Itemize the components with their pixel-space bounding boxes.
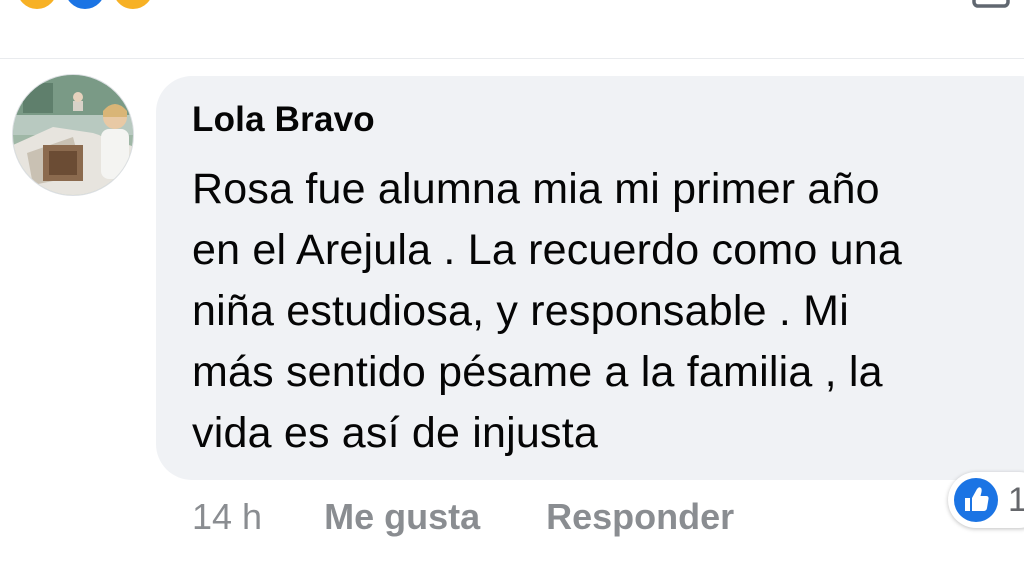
avatar[interactable] (12, 74, 134, 196)
comment-author[interactable]: Lola Bravo (192, 100, 375, 140)
comment-timestamp[interactable]: 14 h (192, 496, 262, 538)
comment-reaction-count: 1 (1008, 480, 1024, 519)
comment-icon[interactable] (970, 0, 1014, 12)
haha-icon (110, 0, 156, 12)
post-reaction-summary[interactable]: 133 (0, 0, 1024, 12)
haha-icon (14, 0, 60, 12)
comment-actions: 14 h Me gusta Responder (192, 492, 800, 542)
like-icon (62, 0, 108, 12)
comment-view: 133 Lola Bravo Rosa fue alumna mia mi pr… (0, 0, 1024, 576)
reply-button[interactable]: Responder (546, 496, 734, 538)
comment-reaction-badge[interactable]: 1 (948, 472, 1024, 528)
reaction-count: 133 (182, 0, 239, 6)
comment-text: Rosa fue alumna mia mi primer año en el … (192, 165, 902, 457)
avatar-photo (13, 75, 133, 195)
divider (0, 58, 1024, 59)
like-icon (954, 478, 998, 522)
comment-bubble: Lola Bravo Rosa fue alumna mia mi primer… (156, 76, 1024, 480)
like-button[interactable]: Me gusta (324, 496, 480, 538)
